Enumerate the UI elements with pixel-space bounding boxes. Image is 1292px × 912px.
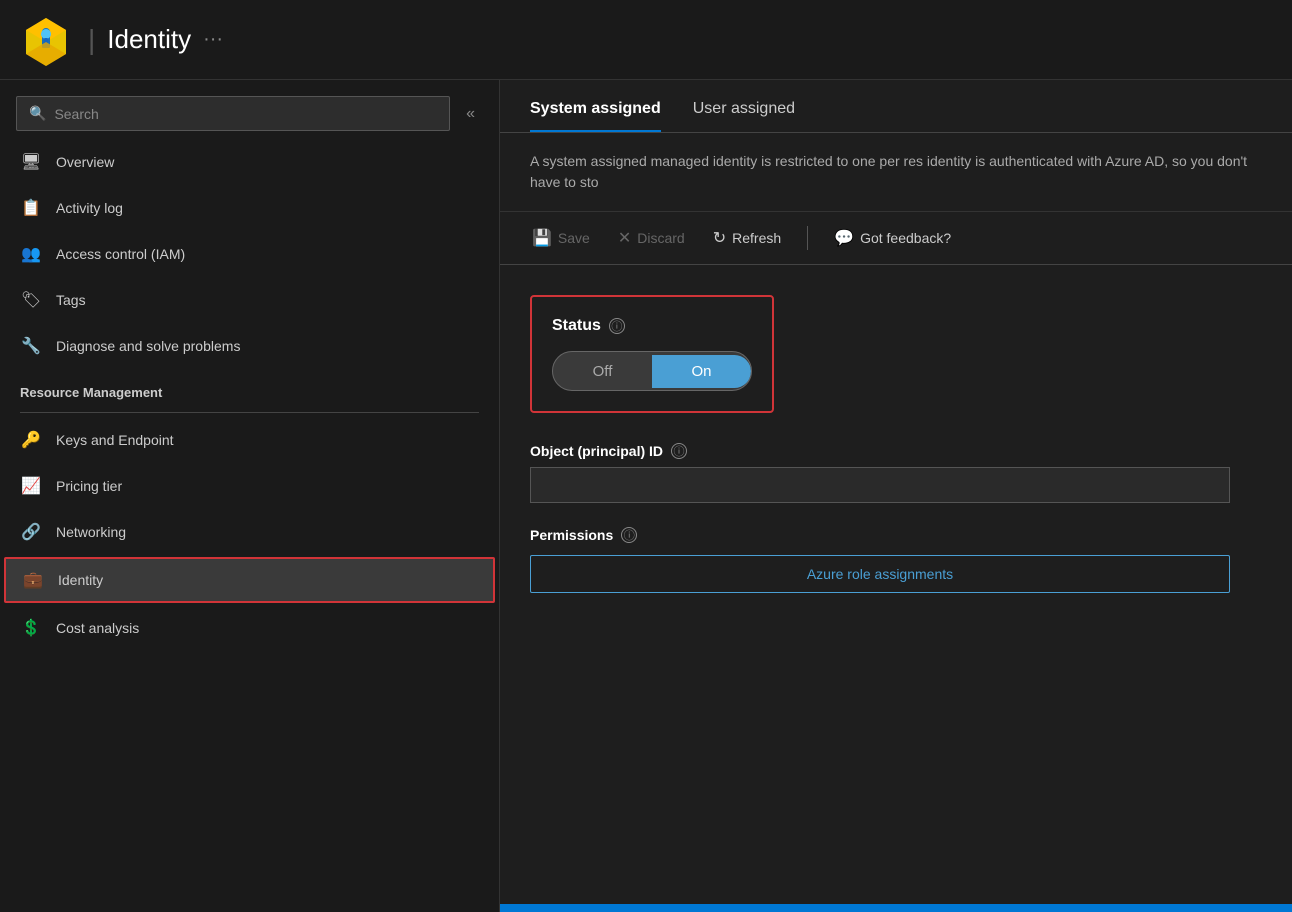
status-toggle[interactable]: Off On — [552, 351, 752, 391]
description-text: A system assigned managed identity is re… — [500, 133, 1292, 212]
sidebar-item-activity-log-label: Activity log — [56, 200, 123, 216]
content-body: Status ⓘ Off On Object (principal) ID ⓘ — [500, 265, 1292, 647]
sidebar-item-overview[interactable]: 🖥 Overview — [0, 139, 499, 185]
toggle-off-option[interactable]: Off — [553, 355, 652, 388]
cost-analysis-icon: 💲 — [20, 617, 42, 639]
app-logo — [20, 14, 72, 66]
sidebar-item-access-control-label: Access control (IAM) — [56, 246, 185, 262]
toolbar-separator — [807, 226, 808, 250]
discard-button[interactable]: ✕ Discard — [616, 224, 687, 252]
status-label: Status — [552, 317, 601, 335]
status-section: Status ⓘ Off On — [530, 295, 774, 413]
save-icon: 💾 — [532, 228, 552, 248]
sidebar-item-diagnose[interactable]: 🔧 Diagnose and solve problems — [0, 323, 499, 369]
refresh-button[interactable]: ↻ Refresh — [711, 224, 783, 252]
bottom-accent-bar — [500, 904, 1292, 912]
toggle-on-option[interactable]: On — [652, 355, 751, 388]
tab-system-assigned[interactable]: System assigned — [530, 100, 661, 132]
sidebar-item-tags[interactable]: 🏷 Tags — [0, 277, 499, 323]
overview-icon: 🖥 — [20, 151, 42, 173]
object-id-section: Object (principal) ID ⓘ — [530, 443, 1262, 503]
sidebar: 🔍 Search « 🖥 Overview 📋 Activity log 👥 A… — [0, 80, 500, 912]
sidebar-item-pricing-tier[interactable]: 📈 Pricing tier — [0, 463, 499, 509]
sidebar-item-cost-analysis-label: Cost analysis — [56, 620, 139, 636]
sidebar-item-overview-label: Overview — [56, 154, 114, 170]
main-layout: 🔍 Search « 🖥 Overview 📋 Activity log 👥 A… — [0, 80, 1292, 912]
object-id-input[interactable] — [530, 467, 1230, 503]
activity-log-icon: 📋 — [20, 197, 42, 219]
tabs-bar: System assigned User assigned — [500, 80, 1292, 133]
collapse-button[interactable]: « — [458, 101, 483, 127]
section-divider — [20, 412, 479, 413]
tab-user-assigned[interactable]: User assigned — [693, 100, 795, 132]
feedback-icon: 💬 — [834, 228, 854, 248]
permissions-label-row: Permissions ⓘ — [530, 527, 1262, 543]
sidebar-item-identity[interactable]: 💼 Identity — [4, 557, 495, 603]
permissions-label: Permissions — [530, 527, 613, 543]
sidebar-item-keys-endpoint-label: Keys and Endpoint — [56, 432, 174, 448]
sidebar-item-networking[interactable]: 🔗 Networking — [0, 509, 499, 555]
object-id-info-icon[interactable]: ⓘ — [671, 443, 687, 459]
more-options-icon[interactable]: ··· — [203, 28, 223, 51]
search-placeholder: Search — [54, 106, 98, 122]
access-control-icon: 👥 — [20, 243, 42, 265]
discard-icon: ✕ — [618, 228, 631, 248]
identity-icon: 💼 — [22, 569, 44, 591]
search-container: 🔍 Search « — [0, 80, 499, 139]
sidebar-item-cost-analysis[interactable]: 💲 Cost analysis — [0, 605, 499, 651]
sidebar-item-keys-endpoint[interactable]: 🔑 Keys and Endpoint — [0, 417, 499, 463]
status-info-icon[interactable]: ⓘ — [609, 318, 625, 334]
status-label-row: Status ⓘ — [552, 317, 752, 335]
header-divider: | — [88, 24, 95, 56]
networking-icon: 🔗 — [20, 521, 42, 543]
object-id-label: Object (principal) ID — [530, 443, 663, 459]
permissions-section: Permissions ⓘ Azure role assignments — [530, 527, 1262, 593]
content-panel: System assigned User assigned A system a… — [500, 80, 1292, 912]
sidebar-item-networking-label: Networking — [56, 524, 126, 540]
sidebar-item-activity-log[interactable]: 📋 Activity log — [0, 185, 499, 231]
resource-management-header: Resource Management — [0, 369, 499, 408]
azure-role-assignments-button[interactable]: Azure role assignments — [530, 555, 1230, 593]
pricing-tier-icon: 📈 — [20, 475, 42, 497]
sidebar-item-pricing-tier-label: Pricing tier — [56, 478, 122, 494]
diagnose-icon: 🔧 — [20, 335, 42, 357]
feedback-button[interactable]: 💬 Got feedback? — [832, 224, 953, 252]
sidebar-item-tags-label: Tags — [56, 292, 86, 308]
tags-icon: 🏷 — [20, 289, 42, 311]
sidebar-item-access-control[interactable]: 👥 Access control (IAM) — [0, 231, 499, 277]
page-title: Identity — [107, 24, 191, 55]
search-box[interactable]: 🔍 Search — [16, 96, 450, 131]
save-button[interactable]: 💾 Save — [530, 224, 592, 252]
object-id-label-row: Object (principal) ID ⓘ — [530, 443, 1262, 459]
keys-endpoint-icon: 🔑 — [20, 429, 42, 451]
header: | Identity ··· — [0, 0, 1292, 80]
sidebar-item-diagnose-label: Diagnose and solve problems — [56, 338, 240, 354]
permissions-info-icon[interactable]: ⓘ — [621, 527, 637, 543]
refresh-icon: ↻ — [713, 228, 726, 248]
search-icon: 🔍 — [29, 105, 46, 122]
sidebar-item-identity-label: Identity — [58, 572, 103, 588]
toolbar: 💾 Save ✕ Discard ↻ Refresh 💬 Got feedbac… — [500, 212, 1292, 265]
